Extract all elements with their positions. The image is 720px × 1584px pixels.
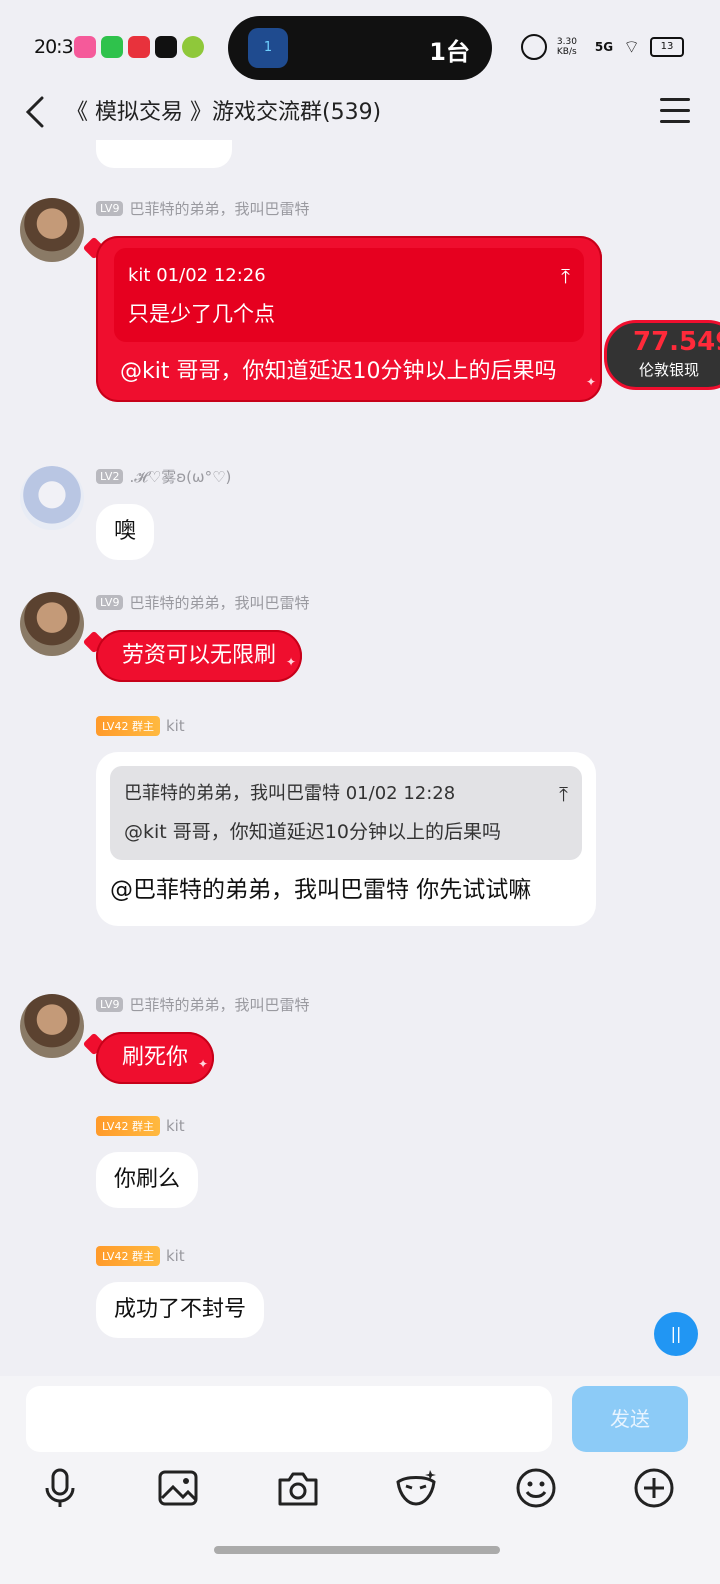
menu-icon[interactable] [660, 98, 690, 124]
avatar[interactable] [20, 198, 84, 262]
quote-author: kit [128, 265, 151, 286]
system-icons: 3.30 KB/s 5G ⌔ 13 [520, 34, 684, 60]
avatar[interactable] [20, 994, 84, 1058]
sender-meta: LV42 群主 kit [96, 1246, 185, 1266]
image-icon[interactable] [156, 1466, 200, 1510]
message-bubble [96, 140, 232, 168]
sparkle-icon: ✦ [285, 655, 297, 669]
message-bubble[interactable]: 巴菲特的弟弟，我叫巴雷特 01/02 12:28 ⤒ @kit 哥哥，你知道延迟1… [96, 752, 596, 926]
message-list[interactable]: LV9 巴菲特的弟弟，我叫巴雷特 kit 01/02 12:26 ⤒ 只是少了几个… [0, 140, 720, 1390]
emoji-icon[interactable] [514, 1466, 558, 1510]
camera-icon[interactable] [276, 1466, 320, 1510]
scroll-to-new-button[interactable]: || [654, 1312, 698, 1356]
sender-meta: LV42 群主 kit [96, 716, 185, 736]
level-badge: LV9 [96, 996, 124, 1012]
wifi-icon: ⌔ [623, 36, 640, 58]
message-bubble[interactable]: 成功了不封号 [96, 1282, 265, 1338]
app-icon [182, 36, 204, 58]
sender-meta: LV42 群主 kit [96, 1116, 185, 1136]
plus-icon[interactable] [632, 1466, 676, 1510]
status-bar: 20:36 1 1台 3.30 KB/s 5G ⌔ 13 [0, 0, 720, 90]
owner-tag: 群主 [131, 720, 154, 733]
signal-icon: 5G [594, 40, 614, 54]
device-count: 1台 [429, 38, 470, 66]
quoted-message[interactable]: kit 01/02 12:26 ⤒ 只是少了几个点 [114, 248, 584, 342]
battery-icon: 13 [650, 37, 684, 57]
sender-name: kit [165, 717, 185, 735]
level-badge: LV9 [96, 200, 124, 216]
app-icon [128, 36, 150, 58]
quoted-message[interactable]: 巴菲特的弟弟，我叫巴雷特 01/02 12:28 ⤒ @kit 哥哥，你知道延迟1… [110, 766, 582, 860]
quote-time: 01/02 12:26 [156, 265, 266, 286]
sender-meta: LV9 巴菲特的弟弟，我叫巴雷特 [96, 198, 309, 218]
quote-text: 只是少了几个点 [128, 302, 275, 326]
message-bubble[interactable]: 刷死你 ✦ [96, 1032, 215, 1084]
message-text: 你刷么 [114, 1167, 181, 1192]
chat-header: 《 模拟交易 》游戏交流群(539) [0, 80, 720, 142]
sender-name: .𝓗♡雾ʚ(ω°♡) [129, 467, 232, 486]
avatar[interactable] [20, 466, 84, 530]
message-text: 噢 [114, 519, 137, 544]
home-indicator[interactable] [214, 1546, 500, 1554]
level-badge: LV9 [96, 594, 124, 610]
message-bubble[interactable]: kit 01/02 12:26 ⤒ 只是少了几个点 @kit 哥哥，你知道延迟10… [96, 236, 602, 402]
owner-tag: 群主 [131, 1120, 154, 1133]
message-text: 劳资可以无限刷 [122, 643, 277, 668]
message-text: 刷死你 [122, 1045, 189, 1070]
jump-to-top-icon[interactable]: ⤒ [559, 778, 568, 810]
avatar[interactable] [20, 592, 84, 656]
message-bubble[interactable]: 劳资可以无限刷 ✦ [96, 630, 303, 682]
level-badge: LV2 [96, 468, 124, 484]
quote-text: @kit 哥哥，你知道延迟10分钟以上的后果吗 [124, 821, 501, 843]
tiktok-icon [155, 36, 177, 58]
app-icon [74, 36, 96, 58]
level-badge: LV42 群主 [96, 716, 160, 736]
net-speed: 3.30 KB/s [556, 37, 577, 57]
sender-name: 巴菲特的弟弟，我叫巴雷特 [129, 199, 310, 218]
sender-meta: LV2 .𝓗♡雾ʚ(ω°♡) [96, 466, 231, 486]
owner-tag: 群主 [131, 1250, 154, 1263]
alarm-icon [520, 34, 547, 60]
microphone-icon[interactable] [38, 1466, 82, 1510]
price-value: 77.549 [633, 327, 720, 357]
sender-name: 巴菲特的弟弟，我叫巴雷特 [129, 593, 310, 612]
toolbar [0, 1466, 720, 1516]
message-bubble[interactable]: 你刷么 [96, 1152, 199, 1208]
broadcast-icon: 1 [248, 28, 288, 68]
sender-meta: LV9 巴菲特的弟弟，我叫巴雷特 [96, 994, 309, 1014]
sender-meta: LV9 巴菲特的弟弟，我叫巴雷特 [96, 592, 309, 612]
message-text: 成功了不封号 [114, 1297, 247, 1322]
message-text: @巴菲特的弟弟，我叫巴雷特 你先试试嘛 [110, 877, 532, 903]
group-title: 《 模拟交易 》游戏交流群(539) [66, 100, 382, 125]
message-text: @kit 哥哥，你知道延迟10分钟以上的后果吗 [120, 359, 557, 384]
level-badge: LV42 群主 [96, 1246, 160, 1266]
dynamic-island[interactable]: 1 1台 [228, 16, 492, 80]
sender-name: 巴菲特的弟弟，我叫巴雷特 [129, 995, 310, 1014]
level-badge: LV42 群主 [96, 1116, 160, 1136]
back-arrow-icon[interactable] [22, 92, 52, 132]
quote-time: 01/02 12:28 [345, 783, 456, 804]
sparkle-icon: ✦ [197, 1057, 209, 1071]
send-button[interactable]: 发送 [572, 1386, 688, 1452]
wechat-icon [101, 36, 123, 58]
input-bar: 发送 [0, 1376, 720, 1584]
mask-sticker-icon[interactable] [394, 1466, 438, 1510]
message-bubble[interactable]: 噢 [96, 504, 155, 560]
sparkle-icon: ✦ [585, 375, 596, 389]
notification-icons [74, 36, 204, 58]
price-label: 伦敦银现 [639, 361, 700, 379]
sender-name: kit [165, 1247, 185, 1265]
quote-author: 巴菲特的弟弟，我叫巴雷特 [124, 783, 340, 804]
jump-to-top-icon[interactable]: ⤒ [561, 260, 570, 292]
message-input[interactable] [26, 1386, 552, 1452]
sender-name: kit [165, 1117, 185, 1135]
price-float-badge[interactable]: 77.549 伦敦银现 [604, 320, 720, 390]
